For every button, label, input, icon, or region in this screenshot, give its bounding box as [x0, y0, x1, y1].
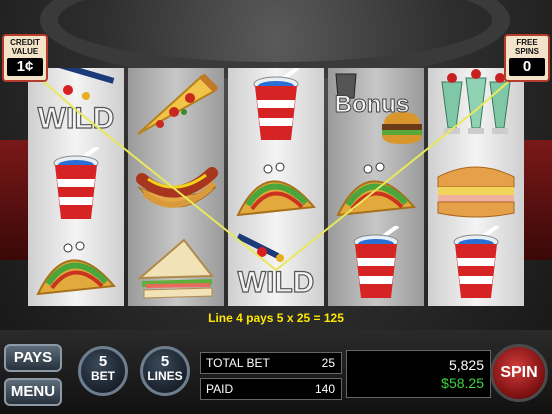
- soda-cup-icon: [53, 145, 100, 219]
- balance-value: $58.25: [441, 375, 484, 391]
- reel-5-symbol-2: [428, 147, 524, 226]
- free-spins-value: 0: [509, 58, 545, 76]
- credit-value: 1¢: [7, 58, 43, 76]
- soda-cup-icon: [253, 66, 300, 140]
- taco-icon: [336, 162, 416, 217]
- pays-button[interactable]: PAYS: [4, 344, 62, 372]
- wild-symbol-text: WILD: [238, 266, 315, 299]
- lines-button[interactable]: 5 LINES: [140, 346, 190, 396]
- taco-icon: [36, 241, 116, 296]
- bet-value: 5: [98, 353, 108, 370]
- grilled-sandwich-icon: [437, 166, 515, 218]
- reel-3-symbol-3: WILD: [228, 226, 324, 305]
- reel-1-symbol-3: [28, 226, 124, 305]
- credit-value-box[interactable]: CREDIT VALUE 1¢: [2, 34, 48, 82]
- reel-4-symbol-1: Bonus: [328, 68, 424, 147]
- reel-5-symbol-3: [428, 224, 524, 305]
- reel-3-symbol-2: [228, 147, 324, 226]
- soda-cup-icon: [453, 224, 500, 298]
- wild-symbol: WILD: [236, 233, 315, 300]
- reel-2-symbol-1: [128, 68, 224, 147]
- soda-cup-icon: [353, 224, 400, 298]
- reel-1-symbol-2: [28, 145, 124, 226]
- paid-row: PAID 140: [200, 378, 342, 400]
- taco-icon: [236, 162, 316, 217]
- lines-label: LINES: [147, 369, 183, 383]
- reel-2: [128, 68, 224, 306]
- lines-value: 5: [160, 353, 170, 370]
- bet-button[interactable]: 5 BET: [78, 346, 128, 396]
- credit-value-label: CREDIT VALUE: [10, 38, 40, 56]
- reel-4-symbol-3: [328, 224, 424, 305]
- hotdog-icon: [136, 167, 218, 208]
- reel-4-symbol-2: [328, 147, 424, 226]
- credits-value: 5,825: [448, 357, 484, 373]
- total-bet-row: TOTAL BET 25: [200, 352, 342, 374]
- spin-button[interactable]: SPIN: [490, 344, 548, 402]
- reel-4: Bonus: [328, 68, 424, 306]
- wild-symbol-text: WILD: [38, 102, 115, 135]
- pizza-slice-icon: [137, 73, 219, 135]
- paid-label: PAID: [206, 382, 234, 396]
- reel-5: [428, 68, 524, 306]
- menu-button[interactable]: MENU: [4, 378, 62, 406]
- reels-area: WILD WILD Bonus: [28, 60, 525, 306]
- win-message: Line 4 pays 5 x 25 = 125: [208, 311, 344, 325]
- free-spins-box: FREE SPINS 0: [504, 34, 550, 82]
- credits-display: 5,825 $58.25: [346, 350, 491, 398]
- bonus-symbol: Bonus: [334, 73, 422, 144]
- bonus-symbol-text: Bonus: [335, 91, 410, 118]
- paid-value: 140: [314, 382, 335, 396]
- reel-3-symbol-1: [228, 66, 324, 147]
- bet-label: BET: [91, 369, 115, 383]
- reel-2-symbol-2: [128, 147, 224, 226]
- reel-3: WILD: [228, 66, 324, 306]
- reel-1: WILD: [28, 60, 124, 306]
- sandwich-icon: [137, 238, 215, 299]
- total-bet-label: TOTAL BET: [206, 356, 270, 370]
- free-spins-label: FREE SPINS: [514, 38, 539, 56]
- total-bet-value: 25: [321, 356, 335, 370]
- reel-2-symbol-3: [128, 226, 224, 305]
